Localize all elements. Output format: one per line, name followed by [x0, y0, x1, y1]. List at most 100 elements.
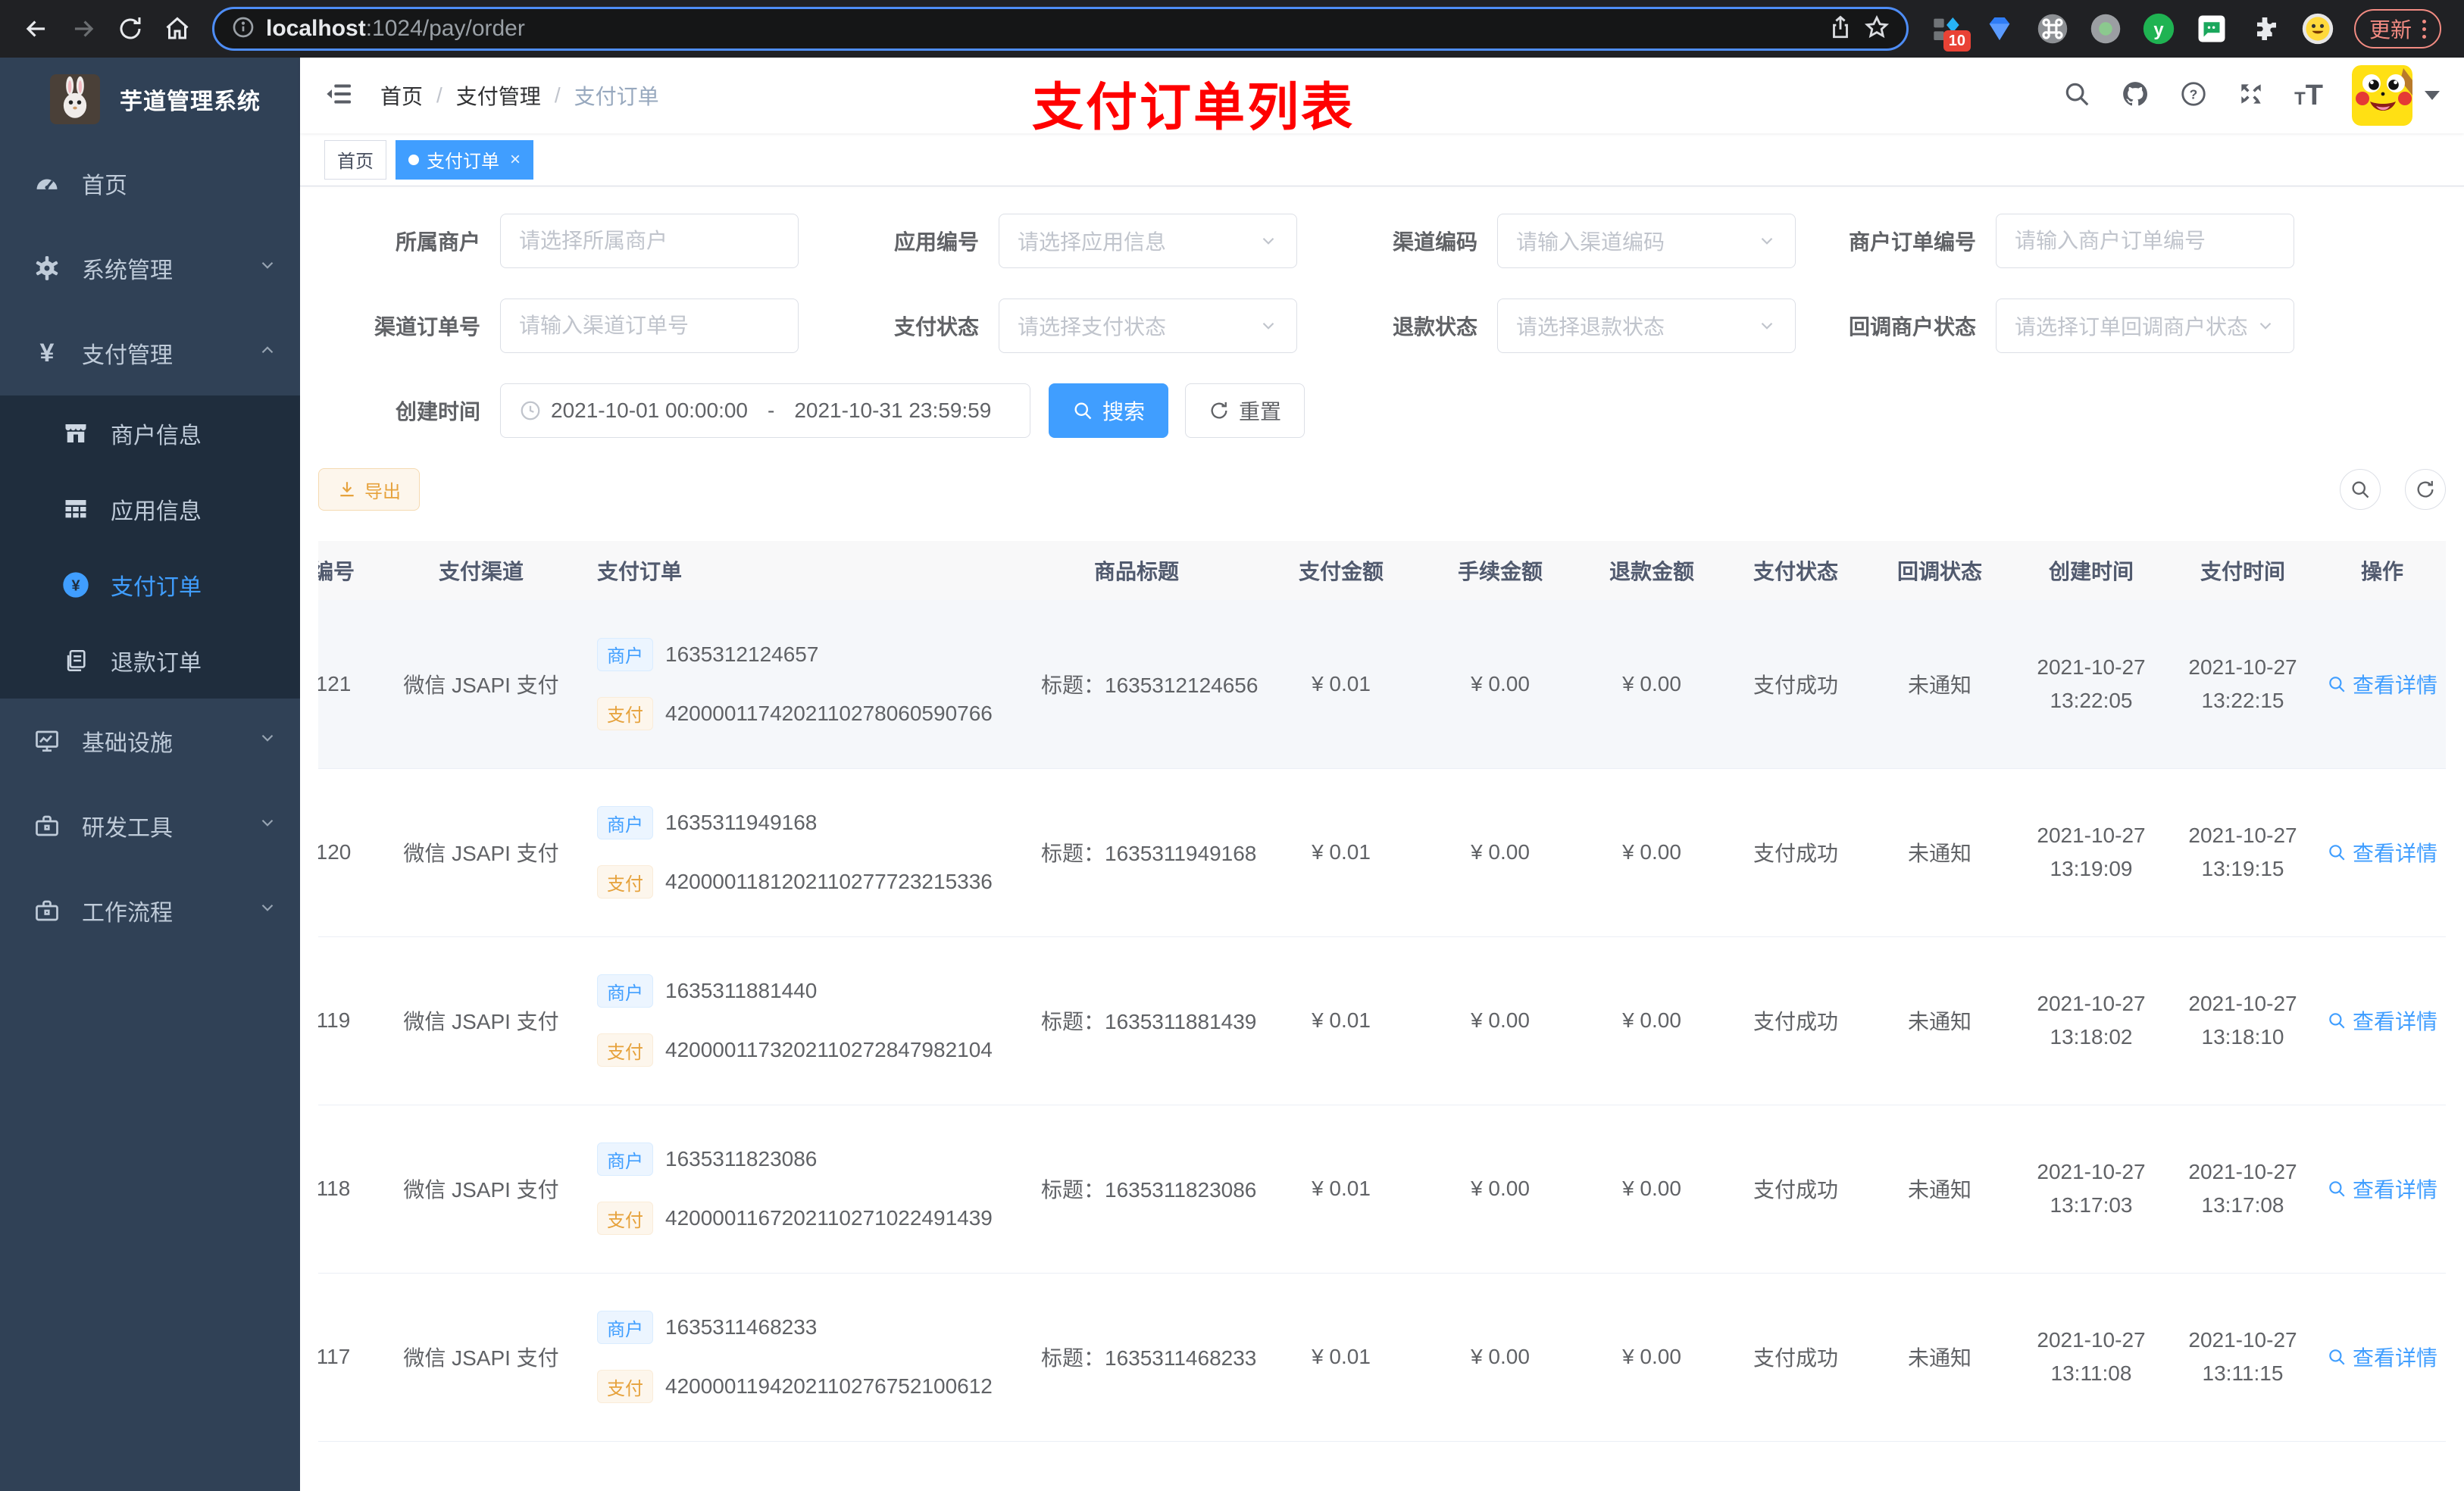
dashboard-icon [30, 169, 64, 198]
help-icon[interactable]: ? [2179, 80, 2208, 112]
profile-avatar-icon[interactable] [2301, 12, 2334, 45]
avatar [2352, 65, 2412, 126]
filter-pay-status: 支付状态 请选择支付状态 [817, 299, 1315, 353]
chevron-down-icon [258, 898, 277, 924]
site-info-icon[interactable] [231, 15, 255, 43]
merchant-order-no: 1635311949168 [665, 811, 818, 834]
date-range-picker[interactable]: 2021-10-01 00:00:00 - 2021-10-31 23:59:5… [500, 383, 1030, 438]
cell-refund: ¥ 0.00 [1576, 1273, 1728, 1442]
filter-merchant-order-no: 商户订单编号 [1814, 214, 2312, 268]
merchant-order-no: 1635311468233 [665, 1315, 818, 1339]
cell-title: 标题：1635311823086 [1015, 1105, 1258, 1274]
export-button[interactable]: 导出 [318, 468, 420, 511]
cell-id: 117 [318, 1273, 394, 1442]
filter-create-time: 创建时间 2021-10-01 00:00:00 - 2021-10-31 23… [318, 383, 1030, 438]
filter-merchant: 所属商户 [318, 214, 817, 268]
search-icon [2329, 677, 2345, 692]
cell-channel: 微信 JSAPI 支付 [394, 1105, 568, 1274]
chevron-down-icon [258, 728, 277, 754]
breadcrumb: 首页 / 支付管理 / 支付订单 [380, 80, 659, 111]
extension-gem-icon[interactable] [1983, 12, 2016, 45]
merchant-order-no-input[interactable] [2015, 229, 2275, 253]
cell-create-time: 2021-10-27 13:22:05 [2015, 600, 2167, 769]
tag-close-icon[interactable]: × [510, 149, 521, 170]
extension-chat-icon[interactable] [2195, 12, 2228, 45]
sidebar-item-merchant-info[interactable]: 商户信息 [0, 395, 300, 471]
font-size-icon[interactable]: TT [2294, 80, 2323, 112]
extension-record-icon[interactable] [2089, 12, 2122, 45]
reset-button[interactable]: 重置 [1185, 383, 1305, 438]
extension-y-icon[interactable]: y [2142, 12, 2175, 45]
cell-pay-status: 支付成功 [1728, 768, 1864, 937]
github-icon[interactable] [2120, 79, 2150, 113]
sidebar-item-payment[interactable]: ¥ 支付管理 [0, 311, 300, 395]
browser-back-button[interactable] [17, 9, 56, 48]
browser-forward-button[interactable] [64, 9, 103, 48]
toolbox-icon [30, 897, 64, 924]
sidebar-item-pay-order[interactable]: ¥ 支付订单 [0, 547, 300, 623]
svg-text:¥: ¥ [71, 578, 80, 595]
app-select[interactable]: 请选择应用信息 [999, 214, 1297, 268]
browser-home-button[interactable] [158, 9, 197, 48]
view-detail-link[interactable]: 查看详情 [2327, 669, 2437, 699]
table-body: 121 微信 JSAPI 支付 商户 1635312124657 支付 4200… [318, 600, 2446, 1491]
notify-status-select[interactable]: 请选择订单回调商户状态 [1996, 299, 2294, 353]
channel-order-no-input[interactable] [519, 314, 780, 338]
cell-notify-status: 未通知 [1864, 1105, 2015, 1274]
cell-order: 商户 1635311949168 支付 42000011812021102777… [568, 768, 1015, 937]
sidebar-item-home[interactable]: 首页 [0, 141, 300, 226]
browser-menu-icon[interactable] [2422, 19, 2426, 39]
orders-table: 编号 支付渠道 支付订单 商品标题 支付金额 手续金额 退款金额 支付状态 回调… [318, 541, 2446, 1491]
merchant-input[interactable] [519, 229, 780, 253]
cell-title: 标题：1635311468233 [1015, 1273, 1258, 1442]
breadcrumb-home[interactable]: 首页 [380, 80, 423, 111]
cell-refund: ¥ 0.00 [1576, 1105, 1728, 1274]
pay-tag: 支付 [597, 1033, 653, 1067]
sidebar-item-infra[interactable]: 基础设施 [0, 699, 300, 783]
user-menu[interactable] [2352, 65, 2440, 126]
svg-text:?: ? [2190, 86, 2198, 102]
view-detail-link[interactable]: 查看详情 [2327, 1005, 2437, 1036]
browser-reload-button[interactable] [111, 9, 150, 48]
cell-order: 商户 1635311823086 支付 42000011672021102710… [568, 1105, 1015, 1274]
extension-tasks-icon[interactable]: 10 [1930, 12, 1971, 52]
cell-pay-time: 2021-10-27 13:19:15 [2167, 768, 2319, 937]
pay-status-select[interactable]: 请选择支付状态 [999, 299, 1297, 353]
view-detail-link[interactable]: 查看详情 [2327, 837, 2437, 867]
refresh-icon [1211, 402, 1227, 419]
search-button[interactable]: 搜索 [1049, 383, 1169, 438]
cell-amount: ¥ 0.01 [1258, 600, 1424, 769]
view-detail-link[interactable]: 查看详情 [2327, 1342, 2437, 1372]
breadcrumb-payment[interactable]: 支付管理 [456, 80, 541, 111]
active-dot [408, 154, 419, 165]
extensions-puzzle-icon[interactable] [2248, 12, 2281, 45]
channel-code-select[interactable]: 请输入渠道编码 [1497, 214, 1796, 268]
chevron-down-icon [1761, 322, 1773, 330]
bookmark-star-icon[interactable] [1864, 14, 1890, 44]
refresh-table-button[interactable] [2405, 469, 2446, 510]
view-detail-link[interactable]: 查看详情 [2327, 1174, 2437, 1204]
sidebar-item-refund-order[interactable]: 退款订单 [0, 623, 300, 699]
chevron-up-icon [258, 340, 277, 366]
fullscreen-icon[interactable] [2237, 80, 2265, 112]
table-row: 121 微信 JSAPI 支付 商户 1635312124657 支付 4200… [318, 600, 2446, 769]
sidebar-item-dev-tools[interactable]: 研发工具 [0, 783, 300, 868]
toggle-search-button[interactable] [2340, 469, 2381, 510]
cell-amount: ¥ 0.01 [1258, 1273, 1424, 1442]
refund-status-select[interactable]: 请选择退款状态 [1497, 299, 1796, 353]
sidebar-item-system[interactable]: 系统管理 [0, 226, 300, 311]
pay-order-no: 4200001167202110271022491439 [665, 1206, 993, 1230]
extension-command-icon[interactable] [2036, 12, 2069, 45]
share-icon[interactable] [1828, 14, 1853, 44]
sidebar-item-workflow[interactable]: 工作流程 [0, 868, 300, 953]
tag-home[interactable]: 首页 [324, 139, 386, 180]
tag-pay-order[interactable]: 支付订单 × [396, 139, 534, 180]
header-search-icon[interactable] [2062, 80, 2091, 112]
merchant-tag: 商户 [597, 1311, 653, 1344]
cell-channel: 微信 JSAPI 支付 [394, 768, 568, 937]
hamburger-icon[interactable] [324, 79, 355, 113]
cell-action: 查看详情 [2319, 768, 2446, 937]
sidebar-item-app-info[interactable]: 应用信息 [0, 471, 300, 547]
address-bar[interactable]: localhost:1024/pay/order [212, 7, 1909, 51]
browser-update-button[interactable]: 更新 [2353, 9, 2441, 48]
